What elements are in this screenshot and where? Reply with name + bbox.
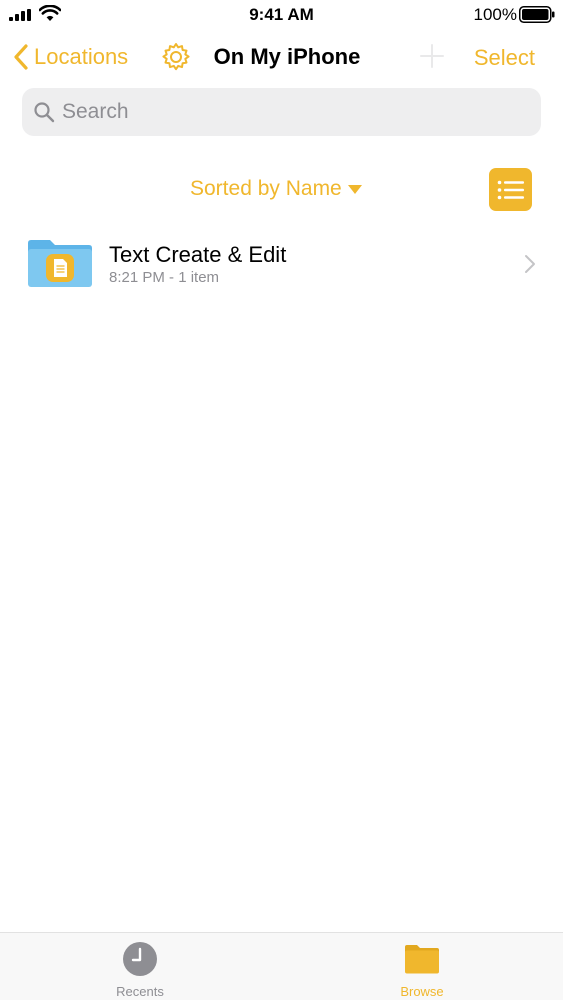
magnifying-glass-icon (34, 102, 55, 123)
tab-label: Recents (116, 984, 164, 999)
search-input[interactable] (62, 100, 502, 124)
navigation-bar: Locations On My iPhone Select (0, 30, 563, 84)
back-button-locations[interactable]: Locations (14, 40, 128, 74)
caret-down-icon (347, 184, 362, 194)
plus-icon[interactable] (418, 42, 446, 70)
clock-icon (123, 942, 157, 976)
list-item[interactable]: Text Create & Edit 8:21 PM - 1 item (0, 232, 563, 296)
tab-recents[interactable]: Recents (60, 933, 220, 1000)
file-name: Text Create & Edit (109, 242, 287, 267)
folder-icon (28, 240, 92, 287)
select-button[interactable]: Select (474, 45, 535, 71)
back-label: Locations (34, 44, 129, 69)
status-bar: 9:41 AM 100% (0, 0, 563, 30)
battery-full-icon (519, 6, 555, 23)
chevron-left-icon (14, 44, 28, 70)
sort-by-button[interactable]: Sorted by Name (190, 177, 362, 201)
list-view-toggle-button[interactable] (489, 168, 532, 211)
sort-row: Sorted by Name (0, 168, 563, 212)
chevron-right-icon (525, 255, 535, 273)
tab-bar: Recents Browse (0, 932, 563, 1000)
battery-percent: 100% (473, 5, 517, 24)
tab-browse[interactable]: Browse (342, 933, 502, 1000)
file-meta: 8:21 PM - 1 item (109, 269, 220, 286)
search-bar[interactable] (22, 88, 541, 136)
folder-icon (405, 945, 439, 974)
gear-icon[interactable] (160, 41, 192, 73)
sort-label: Sorted by Name (190, 177, 342, 200)
tab-label: Browse (400, 984, 444, 999)
list-view-icon (497, 180, 524, 199)
page-title: On My iPhone (213, 44, 361, 69)
